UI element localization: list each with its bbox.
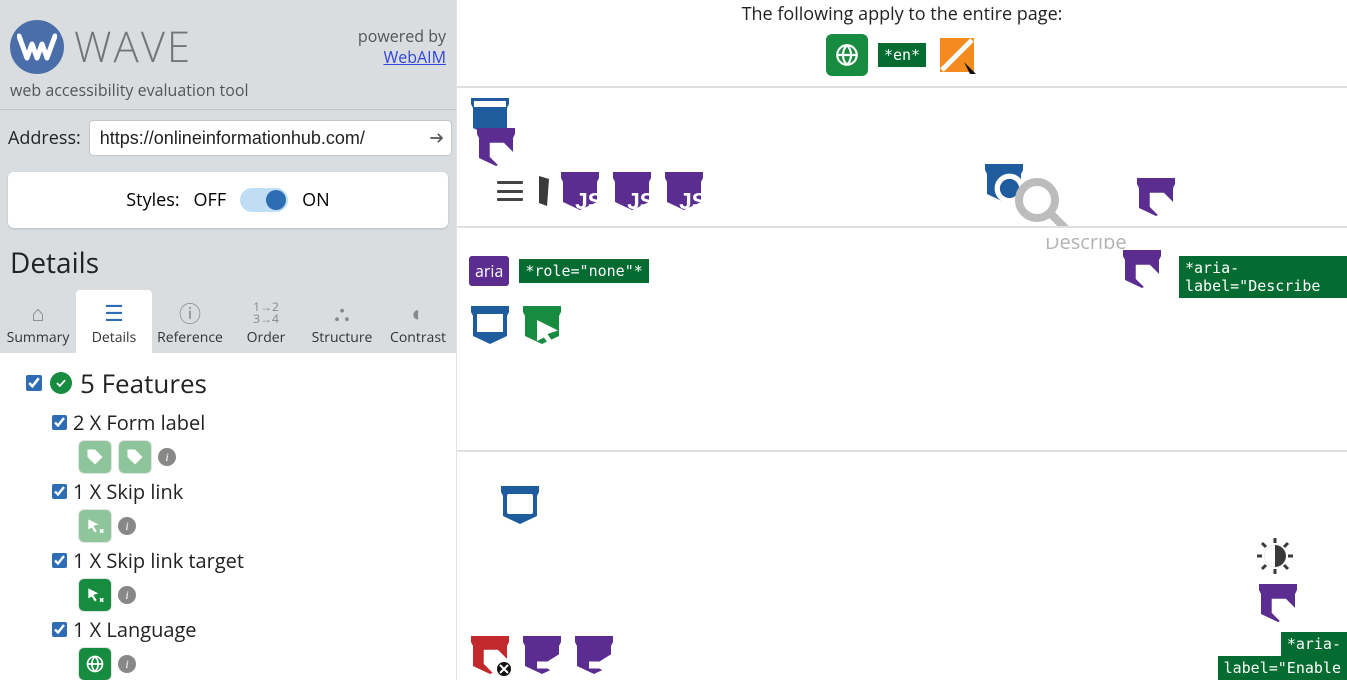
tab-contrast[interactable]: ◐Contrast [380,290,456,353]
powered-by: powered by WebAIM [358,26,446,68]
info-icon[interactable]: i [118,586,136,604]
preview-row [499,484,541,526]
wave-logo-icon [10,20,64,74]
entire-page-icons: *en* [457,34,1347,76]
item-label: 1 X Language [73,616,197,643]
dark-mode-icon[interactable] [1257,538,1293,574]
aria-live-icon[interactable] [573,634,615,676]
wave-sidebar: WAVE powered by WebAIM web accessibility… [0,0,456,680]
item-label: 1 X Skip link [73,478,183,505]
item-checkbox[interactable] [52,553,67,568]
preview-row [469,304,563,346]
category-features: 5 Features [26,365,452,401]
tab-order[interactable]: 1→23→4Order [228,290,304,353]
preview-row: aria *role="none"* [469,256,649,286]
item-checkbox[interactable] [52,415,67,430]
separator [457,86,1347,98]
aria-badge[interactable]: aria [469,256,509,286]
js-event-icon[interactable] [611,170,653,212]
item-label: 1 X Skip link target [73,547,244,574]
check-circle-icon [50,372,72,394]
feature-chip[interactable] [78,509,112,543]
styles-label: Styles: [126,188,179,212]
info-icon[interactable]: i [118,655,136,673]
error-icon[interactable] [469,634,511,676]
item-label: 2 X Form label [73,409,205,436]
item-skip-link: 1 X Skip link i [52,478,452,543]
powered-prefix: powered by [358,26,446,47]
js-event-icon[interactable] [663,170,705,212]
tab-structure[interactable]: ⛬Structure [304,290,380,353]
category-title: 5 Features [80,365,207,401]
address-row: Address: [0,110,456,166]
entire-page-text: The following apply to the entire page: [457,0,1347,26]
sidebar-header: WAVE powered by WebAIM [0,0,456,79]
address-input[interactable] [89,120,452,156]
styles-off: OFF [194,188,227,212]
language-icon[interactable] [826,34,868,76]
brand: WAVE [10,18,192,75]
brand-tagline: web accessibility evaluation tool [0,79,456,109]
aria-label-structure-icon[interactable] [475,126,517,168]
feature-chip[interactable] [118,440,152,474]
styles-toggle[interactable] [240,188,288,212]
preview-row [469,634,615,676]
js-event-icon[interactable] [559,170,601,212]
info-icon[interactable]: i [158,448,176,466]
brand-name: WAVE [74,18,192,75]
panel-title: Details [0,238,456,290]
skip-target-icon[interactable] [521,304,563,346]
main-structure-icon[interactable] [469,304,511,346]
preview-row [497,170,705,212]
tab-summary[interactable]: ⌂Summary [0,290,76,353]
hamburger-icon[interactable] [497,181,523,201]
preview-row [475,110,517,168]
details-body: 5 Features 2 X Form label i 1 X Skip lin… [0,353,456,680]
lang-badge: *en* [878,43,926,67]
home-icon: ⌂ [2,300,74,326]
item-checkbox[interactable] [52,622,67,637]
tab-details[interactable]: ☰Details [76,290,152,353]
separator [457,450,1347,462]
aria-describe-badge: *aria-label="Describe [1179,256,1347,298]
page-preview: The following apply to the entire page: … [456,0,1347,680]
item-language: 1 X Language i [52,616,452,680]
info-icon[interactable]: i [118,517,136,535]
order-icon: 1→23→4 [230,300,302,326]
tree-icon: ⛬ [306,300,378,326]
feature-chip[interactable] [78,440,112,474]
aria-structure-icon[interactable] [1257,582,1299,624]
section-structure-icon[interactable] [499,484,541,526]
tab-bar: ⌂Summary ☰Details ⓘReference 1→23→4Order… [0,290,456,353]
tab-reference[interactable]: ⓘReference [152,290,228,353]
aria-prefix-badge: *aria- [1281,632,1347,656]
feature-chip[interactable] [78,647,112,680]
item-form-label: 2 X Form label i [52,409,452,474]
feature-chip[interactable] [78,578,112,612]
styles-toggle-card: Styles: OFF ON [8,172,448,228]
caret-icon [539,176,549,206]
item-skip-link-target: 1 X Skip link target i [52,547,452,612]
address-submit-icon[interactable] [426,127,448,149]
info-icon: ⓘ [154,300,226,326]
separator [457,226,1347,238]
role-none-badge: *role="none"* [519,259,648,283]
aria-live-icon[interactable] [521,634,563,676]
webaim-link[interactable]: WebAIM [383,46,446,68]
no-regions-alert-icon[interactable] [936,34,978,76]
aria-structure-icon[interactable] [1121,248,1163,290]
aria-structure-icon[interactable] [1135,176,1177,218]
category-checkbox[interactable] [26,375,42,391]
contrast-icon: ◐ [382,300,454,326]
address-label: Address: [8,126,81,150]
item-checkbox[interactable] [52,484,67,499]
aria-enable-badge: label="Enable [1218,656,1347,680]
list-icon: ☰ [78,300,150,326]
styles-on: ON [302,188,330,212]
